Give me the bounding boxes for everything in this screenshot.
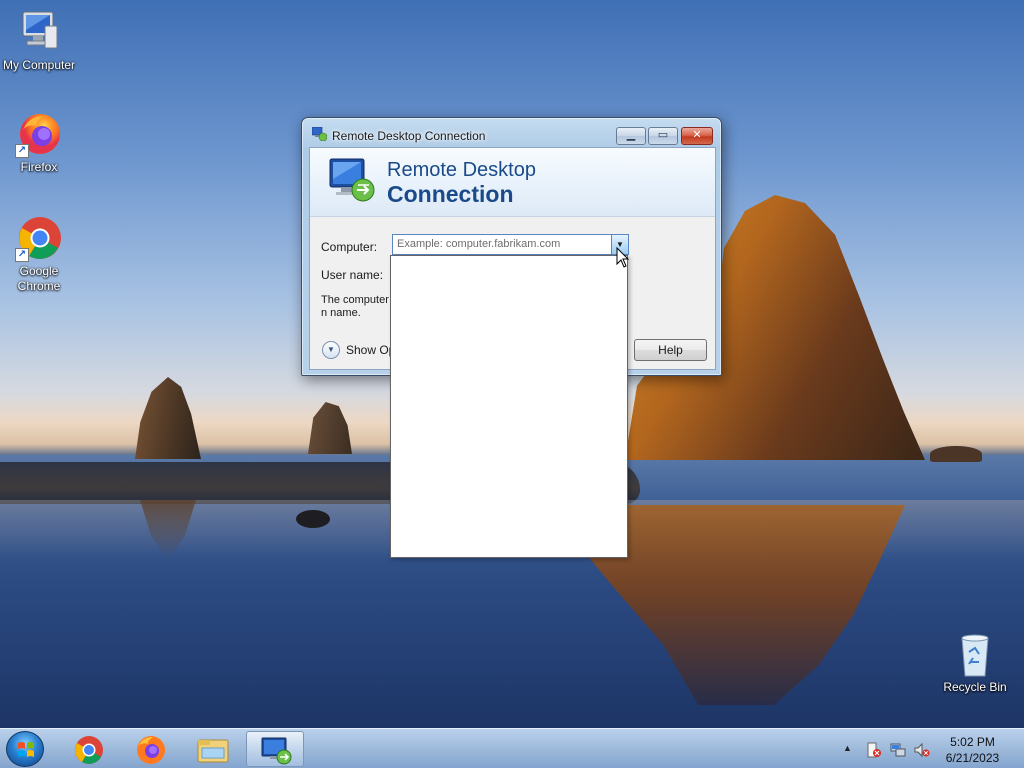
info-text: The computer n name. [321, 294, 389, 319]
desktop-icon-label: Google Chrome [17, 264, 61, 293]
taskbar-file-explorer[interactable] [184, 731, 242, 767]
dialog-title: Remote Desktop Connection [332, 129, 486, 143]
clock-date: 6/21/2023 [945, 751, 1000, 765]
banner-title-line2: Connection [387, 181, 514, 207]
computer-combobox[interactable]: Example: computer.fabrikam.com ▼ [392, 234, 629, 255]
wallpaper-rock [930, 446, 982, 462]
dialog-banner: Remote Desktop Connection [310, 148, 715, 217]
recycle-bin-icon [951, 630, 999, 678]
dialog-titlebar[interactable]: Remote Desktop Connection ▁ ▭ ✕ [302, 118, 721, 147]
firefox-icon [137, 736, 165, 764]
show-hidden-icons-button[interactable]: ▲ [843, 743, 859, 759]
taskbar-firefox[interactable] [122, 731, 180, 767]
clock-time: 5:02 PM [950, 735, 995, 749]
close-icon: ✕ [692, 129, 702, 141]
desktop-icon-firefox[interactable]: ↗ Firefox [0, 110, 79, 175]
taskbar-remote-desktop[interactable] [246, 731, 304, 767]
shortcut-arrow-icon: ↗ [15, 144, 29, 158]
desktop-icon-my-computer[interactable]: My Computer [0, 8, 79, 73]
taskbar: ▲ 5:02 PM 6/21/2023 [0, 728, 1024, 768]
file-explorer-icon [197, 739, 229, 763]
username-label: User name: [321, 268, 384, 282]
mouse-cursor-icon [616, 246, 630, 269]
chrome-icon: ↗ [15, 214, 63, 262]
firefox-icon: ↗ [15, 110, 63, 158]
volume-muted-icon[interactable] [914, 742, 930, 758]
desktop-icon-recycle-bin[interactable]: Recycle Bin [935, 630, 1015, 695]
banner-title-line1: Remote Desktop [387, 159, 536, 181]
desktop-icon-google-chrome[interactable]: ↗ Google Chrome [0, 214, 79, 294]
expand-down-icon: ▼ [322, 341, 340, 359]
taskbar-clock[interactable]: 5:02 PM 6/21/2023 [935, 734, 1010, 766]
desktop-icon-label: Firefox [20, 160, 58, 174]
shortcut-arrow-icon: ↗ [15, 248, 29, 262]
minimize-button[interactable]: ▁ [616, 127, 646, 145]
remote-desktop-title-icon [311, 126, 328, 142]
remote-desktop-icon [261, 737, 292, 765]
close-button[interactable]: ✕ [681, 127, 713, 145]
computer-dropdown-list[interactable] [390, 255, 628, 558]
windows-logo-icon [18, 742, 34, 757]
start-button[interactable] [6, 731, 44, 767]
desktop-icon-label: Recycle Bin [943, 680, 1007, 694]
network-icon[interactable] [890, 742, 906, 758]
remote-desktop-logo-icon [327, 157, 377, 205]
minimize-icon: ▁ [626, 129, 636, 141]
desktop-icon-label: My Computer [2, 58, 76, 72]
wallpaper-sea-stack [135, 377, 201, 459]
maximize-icon: ▭ [657, 129, 669, 141]
maximize-button[interactable]: ▭ [648, 127, 678, 145]
computer-icon [15, 8, 63, 56]
help-button[interactable]: Help [634, 339, 707, 361]
computer-label: Computer: [321, 240, 378, 254]
action-center-icon[interactable] [866, 742, 882, 758]
wallpaper-boulder [296, 510, 330, 528]
chrome-icon [75, 736, 103, 764]
computer-input[interactable]: Example: computer.fabrikam.com [397, 238, 560, 250]
taskbar-chrome[interactable] [60, 731, 118, 767]
wallpaper-sea-stack-small [308, 402, 352, 454]
